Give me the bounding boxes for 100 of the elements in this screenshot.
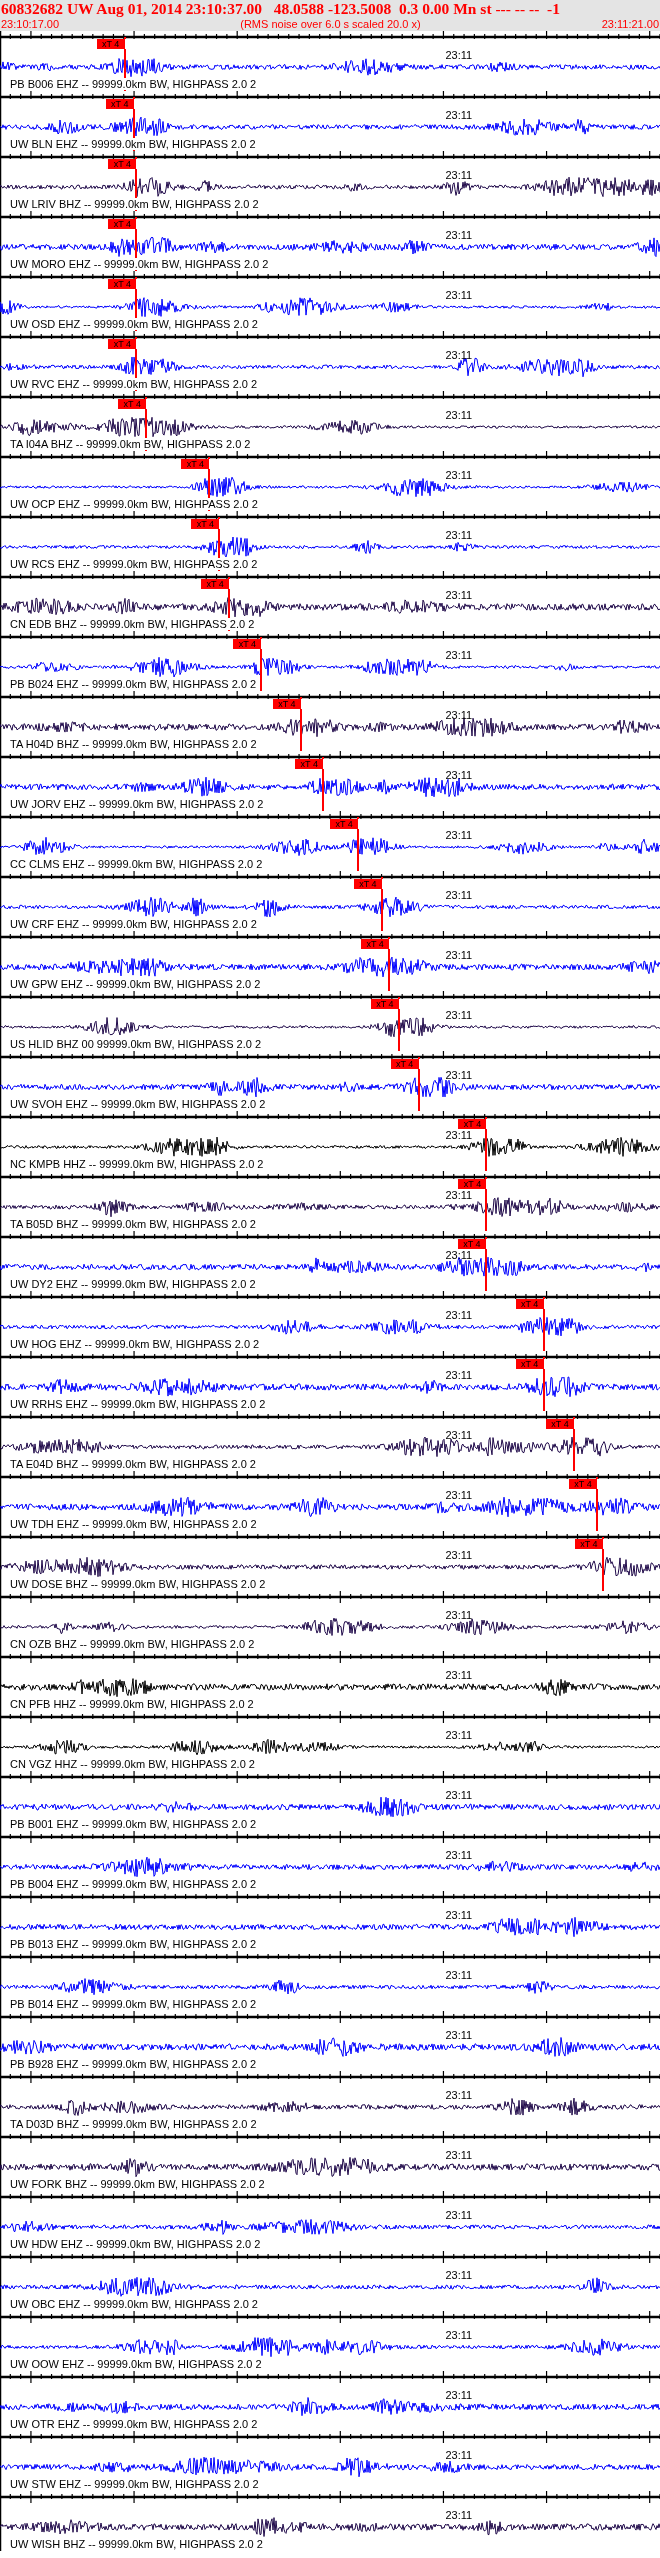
pick-flag: xT 4 xyxy=(118,399,147,409)
time-label: 23:11 xyxy=(445,2329,473,2341)
channel-label: TA I04A BHZ -- 99999.0km BW, HIGHPASS 2.0 2 xyxy=(10,438,251,450)
time-label: 23:11 xyxy=(445,109,473,121)
channel-label: PB B024 EHZ -- 99999.0km BW, HIGHPASS 2.0 2 xyxy=(10,678,257,690)
time-label: 23:11 xyxy=(445,1189,473,1201)
pick-flag: xT 4 xyxy=(390,1059,419,1069)
time-label: 23:11 xyxy=(445,2089,473,2101)
channel-label: UW STW EHZ -- 99999.0km BW, HIGHPASS 2.0 2 xyxy=(10,2478,259,2490)
channel-label: PB B001 EHZ -- 99999.0km BW, HIGHPASS 2.0 2 xyxy=(10,1818,257,1830)
channel-label: CC CLMS EHZ -- 99999.0km BW, HIGHPASS 2.0 2 xyxy=(10,858,263,870)
time-label: 23:11 xyxy=(445,2389,473,2401)
time-label: 23:11 xyxy=(445,2449,473,2461)
pick-flag: xT 4 xyxy=(272,699,301,709)
pick-flag: xT 4 xyxy=(181,459,210,469)
channel-label: TA E04D BHZ -- 99999.0km BW, HIGHPASS 2.0 2 xyxy=(10,1458,256,1470)
pick-flag: xT 4 xyxy=(457,1239,486,1249)
time-label: 23:11 xyxy=(445,1609,473,1621)
channel-label: TA H04D BHZ -- 99999.0km BW, HIGHPASS 2.0 2 xyxy=(10,738,257,750)
time-label: 23:11 xyxy=(445,2149,473,2161)
channel-label: UW GPW EHZ -- 99999.0km BW, HIGHPASS 2.0 2 xyxy=(10,978,261,990)
time-label: 23:11 xyxy=(445,1549,473,1561)
channel-label: CN VGZ HHZ -- 99999.0km BW, HIGHPASS 2.0 2 xyxy=(10,1758,255,1770)
channel-label: CN OZB BHZ -- 99999.0km BW, HIGHPASS 2.0 2 xyxy=(10,1638,255,1650)
time-label: 23:11 xyxy=(445,1489,473,1501)
time-label: 23:11 xyxy=(445,1849,473,1861)
channel-label: UW BLN EHZ -- 99999.0km BW, HIGHPASS 2.0 2 xyxy=(10,138,256,150)
time-label: 23:11 xyxy=(445,169,473,181)
channel-label: PB B013 EHZ -- 99999.0km BW, HIGHPASS 2.0 2 xyxy=(10,1938,257,1950)
pick-flag: xT 4 xyxy=(545,1419,574,1429)
time-label: 23:11 xyxy=(445,409,473,421)
channel-label: UW OCP EHZ -- 99999.0km BW, HIGHPASS 2.0 2 xyxy=(10,498,258,510)
time-label: 23:11 xyxy=(445,949,473,961)
channel-label: UW WISH BHZ -- 99999.0km BW, HIGHPASS 2.0 2 xyxy=(10,2538,263,2550)
time-label: 23:11 xyxy=(445,1069,473,1081)
pick-flag: xT 4 xyxy=(108,279,137,289)
channel-label: US HLID BHZ 00 99999.0km BW, HIGHPASS 2.0 2 xyxy=(10,1038,262,1050)
pick-flag: xT 4 xyxy=(370,999,399,1009)
time-label: 23:11 xyxy=(445,1429,473,1441)
pick-flag: xT 4 xyxy=(105,99,134,109)
time-label: 23:11 xyxy=(445,829,473,841)
time-label: 23:11 xyxy=(445,49,473,61)
pick-flag: xT 4 xyxy=(108,339,137,349)
time-label: 23:11 xyxy=(445,2269,473,2281)
time-label: 23:11 xyxy=(445,589,473,601)
pick-flag: xT 4 xyxy=(191,519,220,529)
pick-flag: xT 4 xyxy=(458,1179,487,1189)
pick-flag: xT 4 xyxy=(353,879,382,889)
pick-flag: xT 4 xyxy=(574,1539,603,1549)
pick-flag: xT 4 xyxy=(361,939,390,949)
channel-label: UW TDH EHZ -- 99999.0km BW, HIGHPASS 2.0 2 xyxy=(10,1518,257,1530)
time-label: 23:11 xyxy=(445,2509,473,2521)
pick-flag: xT 4 xyxy=(330,819,359,829)
noise-note: (RMS noise over 6.0 s scaled 20.0 x) xyxy=(240,18,421,30)
channel-label: PB B014 EHZ -- 99999.0km BW, HIGHPASS 2.0 2 xyxy=(10,1998,257,2010)
channel-label: UW RRHS EHZ -- 99999.0km BW, HIGHPASS 2.0 2 xyxy=(10,1398,266,1410)
channel-label: UW HOG EHZ -- 99999.0km BW, HIGHPASS 2.0 2 xyxy=(10,1338,260,1350)
time-label: 23:11 xyxy=(445,349,473,361)
pick-flag: xT 4 xyxy=(96,39,125,49)
time-label: 23:11 xyxy=(445,1669,473,1681)
channel-label: UW DOSE BHZ -- 99999.0km BW, HIGHPASS 2.0 2 xyxy=(10,1578,266,1590)
time-label: 23:11 xyxy=(445,1909,473,1921)
channel-label: UW SVOH EHZ -- 99999.0km BW, HIGHPASS 2.0 2 xyxy=(10,1098,266,1110)
channel-label: UW FORK BHZ -- 99999.0km BW, HIGHPASS 2.0 2 xyxy=(10,2178,265,2190)
time-label: 23:11 xyxy=(445,1969,473,1981)
time-label: 23:11 xyxy=(445,1789,473,1801)
channel-label: NC KMPB HHZ -- 99999.0km BW, HIGHPASS 2.0 2 xyxy=(10,1158,264,1170)
channel-label: UW MORO EHZ -- 99999.0km BW, HIGHPASS 2.0 2 xyxy=(10,258,269,270)
time-label: 23:11 xyxy=(445,1369,473,1381)
time-label: 23:11 xyxy=(445,649,473,661)
pick-flag: xT 4 xyxy=(201,579,230,589)
channel-label: TA B05D BHZ -- 99999.0km BW, HIGHPASS 2.0 2 xyxy=(10,1218,256,1230)
pick-flag: xT 4 xyxy=(108,219,137,229)
channel-label: UW RVC EHZ -- 99999.0km BW, HIGHPASS 2.0 2 xyxy=(10,378,258,390)
end-time: 23:11:21.00 xyxy=(601,18,659,30)
channel-label: PB B004 EHZ -- 99999.0km BW, HIGHPASS 2.0 2 xyxy=(10,1878,257,1890)
channel-label: UW HDW EHZ -- 99999.0km BW, HIGHPASS 2.0 2 xyxy=(10,2238,261,2250)
time-label: 23:11 xyxy=(445,1249,473,1261)
channel-label: UW OTR EHZ -- 99999.0km BW, HIGHPASS 2.0 2 xyxy=(10,2418,258,2430)
time-label: 23:11 xyxy=(445,1009,473,1021)
channel-label: UW OSD EHZ -- 99999.0km BW, HIGHPASS 2.0 2 xyxy=(10,318,258,330)
channel-label: UW DY2 EHZ -- 99999.0km BW, HIGHPASS 2.0 2 xyxy=(10,1278,256,1290)
channel-label: UW RCS EHZ -- 99999.0km BW, HIGHPASS 2.0 2 xyxy=(10,558,258,570)
time-label: 23:11 xyxy=(445,2029,473,2041)
channel-label: TA D03D BHZ -- 99999.0km BW, HIGHPASS 2.0 2 xyxy=(10,2118,257,2130)
time-label: 23:11 xyxy=(445,889,473,901)
time-label: 23:11 xyxy=(445,289,473,301)
channel-label: UW CRF EHZ -- 99999.0km BW, HIGHPASS 2.0 2 xyxy=(10,918,257,930)
channel-label: UW OBC EHZ -- 99999.0km BW, HIGHPASS 2.0 2 xyxy=(10,2298,258,2310)
time-label: 23:11 xyxy=(445,1309,473,1321)
pick-flag: xT 4 xyxy=(458,1119,487,1129)
pick-flag: xT 4 xyxy=(569,1479,597,1489)
time-label: 23:11 xyxy=(445,2209,473,2221)
pick-flag: xT 4 xyxy=(515,1359,544,1369)
start-time: 23:10:17.00 xyxy=(1,18,60,30)
time-label: 23:11 xyxy=(445,709,473,721)
pick-flag: xT 4 xyxy=(108,159,137,169)
time-label: 23:11 xyxy=(445,769,473,781)
channel-label: CN EDB BHZ -- 99999.0km BW, HIGHPASS 2.0 2 xyxy=(10,618,255,630)
channel-label: UW JORV EHZ -- 99999.0km BW, HIGHPASS 2.0 2 xyxy=(10,798,264,810)
